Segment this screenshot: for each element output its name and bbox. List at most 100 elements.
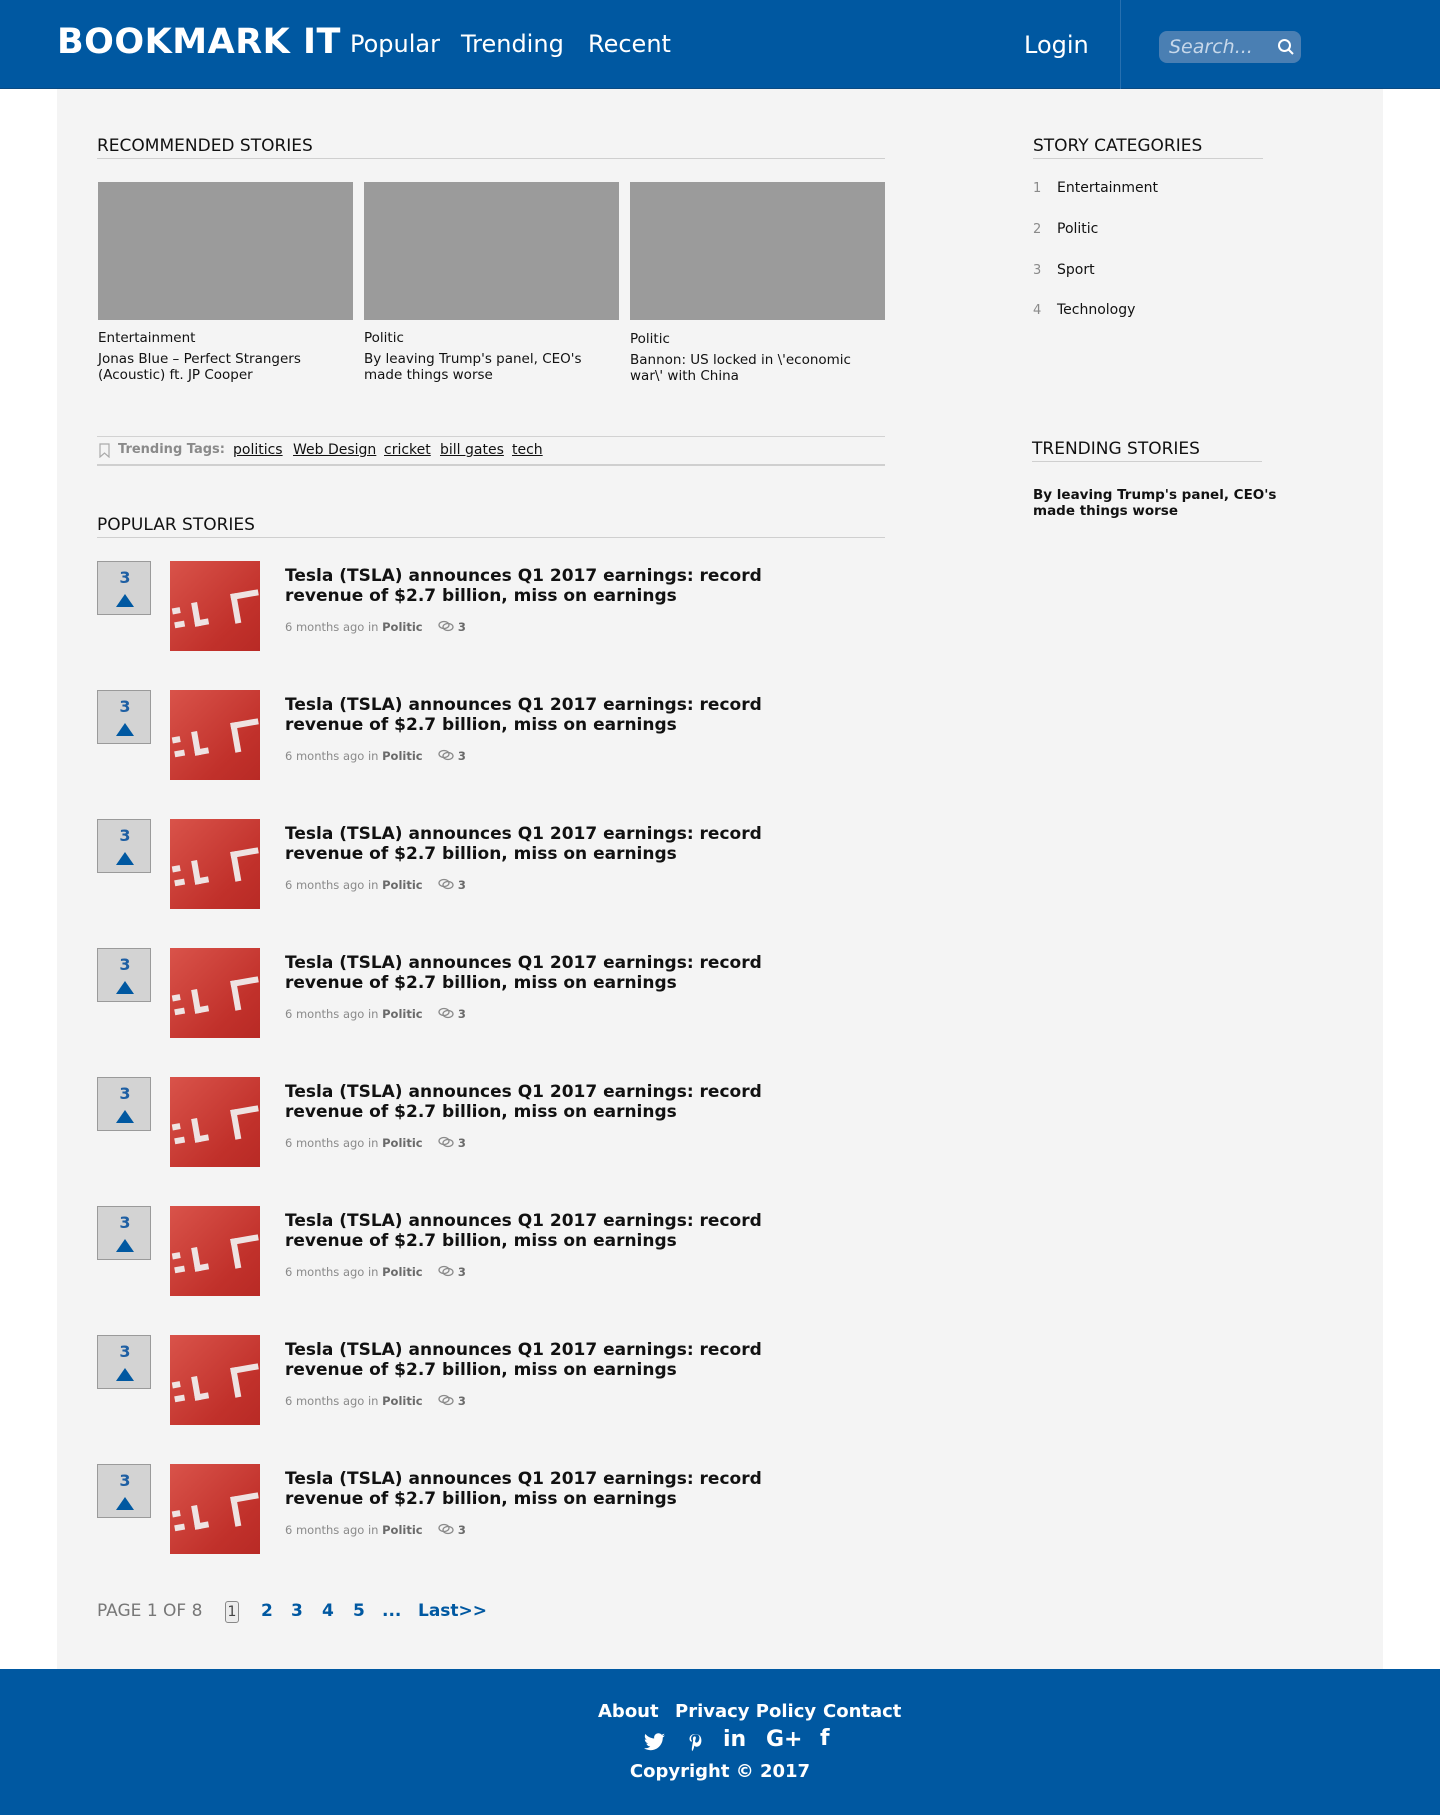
comment-count[interactable]: 3 — [458, 620, 466, 634]
story-title-link[interactable]: Tesla (TSLA) announces Q1 2017 earnings:… — [285, 1340, 845, 1380]
category-link[interactable]: Sport — [1057, 262, 1095, 278]
comment-count[interactable]: 3 — [458, 878, 466, 892]
story-title-link[interactable]: Tesla (TSLA) announces Q1 2017 earnings:… — [285, 824, 845, 864]
story-time: 6 months ago — [285, 1007, 365, 1021]
comment-count[interactable]: 3 — [458, 1136, 466, 1150]
footer-contact-link[interactable]: Contact — [823, 1701, 901, 1722]
comment-count[interactable]: 3 — [458, 1394, 466, 1408]
page-ellipsis[interactable]: ... — [382, 1601, 401, 1621]
story-title-link[interactable]: Tesla (TSLA) announces Q1 2017 earnings:… — [285, 1211, 845, 1251]
story-title[interactable]: Bannon: US locked in \'economic war\' wi… — [630, 352, 885, 384]
upvote-button[interactable]: 3 — [97, 1335, 151, 1389]
linkedin-icon[interactable]: in — [723, 1727, 746, 1752]
upvote-button[interactable]: 3 — [97, 561, 151, 615]
page-last-link[interactable]: Last>> — [418, 1601, 487, 1621]
nav-trending[interactable]: Trending — [461, 30, 564, 58]
story-thumbnail[interactable] — [170, 1077, 260, 1167]
search-icon[interactable] — [1277, 38, 1295, 56]
category-link[interactable]: Technology — [1057, 302, 1135, 318]
page-current[interactable]: 1 — [225, 1601, 239, 1623]
upvote-arrow-icon — [116, 1239, 134, 1252]
page-link-2[interactable]: 2 — [261, 1601, 273, 1621]
twitter-icon[interactable] — [643, 1733, 666, 1752]
category-item[interactable]: 4 Technology — [1033, 302, 1135, 318]
in-label: in — [367, 878, 379, 892]
page-link-3[interactable]: 3 — [291, 1601, 303, 1621]
story-thumbnail[interactable] — [170, 690, 260, 780]
story-title-link[interactable]: Tesla (TSLA) announces Q1 2017 earnings:… — [285, 953, 845, 993]
page-link-4[interactable]: 4 — [322, 1601, 334, 1621]
story-category-link[interactable]: Politic — [382, 878, 422, 892]
story-category[interactable]: Entertainment — [98, 330, 353, 346]
tag-link[interactable]: bill gates — [440, 442, 504, 458]
story-category-link[interactable]: Politic — [382, 1007, 422, 1021]
story-category-link[interactable]: Politic — [382, 1265, 422, 1279]
recommended-card[interactable]: Politic Bannon: US locked in \'economic … — [630, 182, 885, 384]
story-thumbnail[interactable] — [170, 1464, 260, 1554]
facebook-icon[interactable]: f — [820, 1726, 830, 1751]
upvote-button[interactable]: 3 — [97, 948, 151, 1002]
category-number: 2 — [1033, 222, 1042, 237]
story-title[interactable]: By leaving Trump's panel, CEO's made thi… — [364, 351, 619, 383]
comment-count[interactable]: 3 — [458, 1007, 466, 1021]
story-image[interactable] — [630, 182, 885, 320]
category-link[interactable]: Entertainment — [1057, 180, 1158, 196]
upvote-button[interactable]: 3 — [97, 690, 151, 744]
pinterest-icon[interactable] — [688, 1733, 702, 1752]
tag-link[interactable]: politics — [233, 442, 283, 458]
story-image[interactable] — [98, 182, 353, 320]
site-logo[interactable]: BOOKMARK IT — [57, 22, 341, 62]
login-link[interactable]: Login — [1024, 31, 1089, 59]
category-item[interactable]: 2 Politic — [1033, 221, 1098, 237]
vote-count: 3 — [119, 1084, 131, 1103]
upvote-button[interactable]: 3 — [97, 1206, 151, 1260]
vote-count: 3 — [119, 826, 131, 845]
upvote-arrow-icon — [116, 981, 134, 994]
popular-stories-title: POPULAR STORIES — [97, 515, 885, 538]
story-category-link[interactable]: Politic — [382, 1394, 422, 1408]
search-input[interactable] — [1169, 34, 1269, 60]
story-thumbnail[interactable] — [170, 1206, 260, 1296]
story-image[interactable] — [364, 182, 619, 320]
recommended-card[interactable]: Politic By leaving Trump's panel, CEO's … — [364, 182, 619, 383]
tag-link[interactable]: Web Design — [293, 442, 376, 458]
comment-count[interactable]: 3 — [458, 1523, 466, 1537]
upvote-button[interactable]: 3 — [97, 819, 151, 873]
footer-privacy-link[interactable]: Privacy Policy — [675, 1701, 816, 1722]
story-title-link[interactable]: Tesla (TSLA) announces Q1 2017 earnings:… — [285, 1082, 845, 1122]
tag-link[interactable]: cricket — [384, 442, 431, 458]
nav-recent[interactable]: Recent — [588, 30, 671, 58]
story-category-link[interactable]: Politic — [382, 1136, 422, 1150]
story-title-link[interactable]: Tesla (TSLA) announces Q1 2017 earnings:… — [285, 695, 845, 735]
nav-popular[interactable]: Popular — [350, 30, 440, 58]
story-thumbnail[interactable] — [170, 561, 260, 651]
category-link[interactable]: Politic — [1057, 221, 1098, 237]
tag-link[interactable]: tech — [512, 442, 543, 458]
comments-icon — [438, 749, 454, 761]
story-category[interactable]: Politic — [364, 330, 619, 346]
story-thumbnail[interactable] — [170, 819, 260, 909]
story-category-link[interactable]: Politic — [382, 620, 422, 634]
comment-count[interactable]: 3 — [458, 749, 466, 763]
upvote-button[interactable]: 3 — [97, 1077, 151, 1131]
trending-stories-title: TRENDING STORIES — [1032, 439, 1262, 462]
story-time: 6 months ago — [285, 1265, 365, 1279]
story-category-link[interactable]: Politic — [382, 1523, 422, 1537]
story-title[interactable]: Jonas Blue – Perfect Strangers (Acoustic… — [98, 351, 353, 383]
story-category-link[interactable]: Politic — [382, 749, 422, 763]
story-thumbnail[interactable] — [170, 948, 260, 1038]
page-link-5[interactable]: 5 — [353, 1601, 365, 1621]
comment-count[interactable]: 3 — [458, 1265, 466, 1279]
story-title-link[interactable]: Tesla (TSLA) announces Q1 2017 earnings:… — [285, 566, 845, 606]
story-category[interactable]: Politic — [630, 331, 885, 347]
recommended-card[interactable]: Entertainment Jonas Blue – Perfect Stran… — [98, 182, 353, 383]
category-item[interactable]: 3 Sport — [1033, 262, 1095, 278]
in-label: in — [367, 620, 379, 634]
footer-about-link[interactable]: About — [598, 1701, 659, 1722]
story-title-link[interactable]: Tesla (TSLA) announces Q1 2017 earnings:… — [285, 1469, 845, 1509]
trending-story-link[interactable]: By leaving Trump's panel, CEO's made thi… — [1033, 487, 1323, 519]
google-plus-icon[interactable]: G+ — [766, 1727, 803, 1752]
story-thumbnail[interactable] — [170, 1335, 260, 1425]
upvote-button[interactable]: 3 — [97, 1464, 151, 1518]
category-item[interactable]: 1 Entertainment — [1033, 180, 1158, 196]
